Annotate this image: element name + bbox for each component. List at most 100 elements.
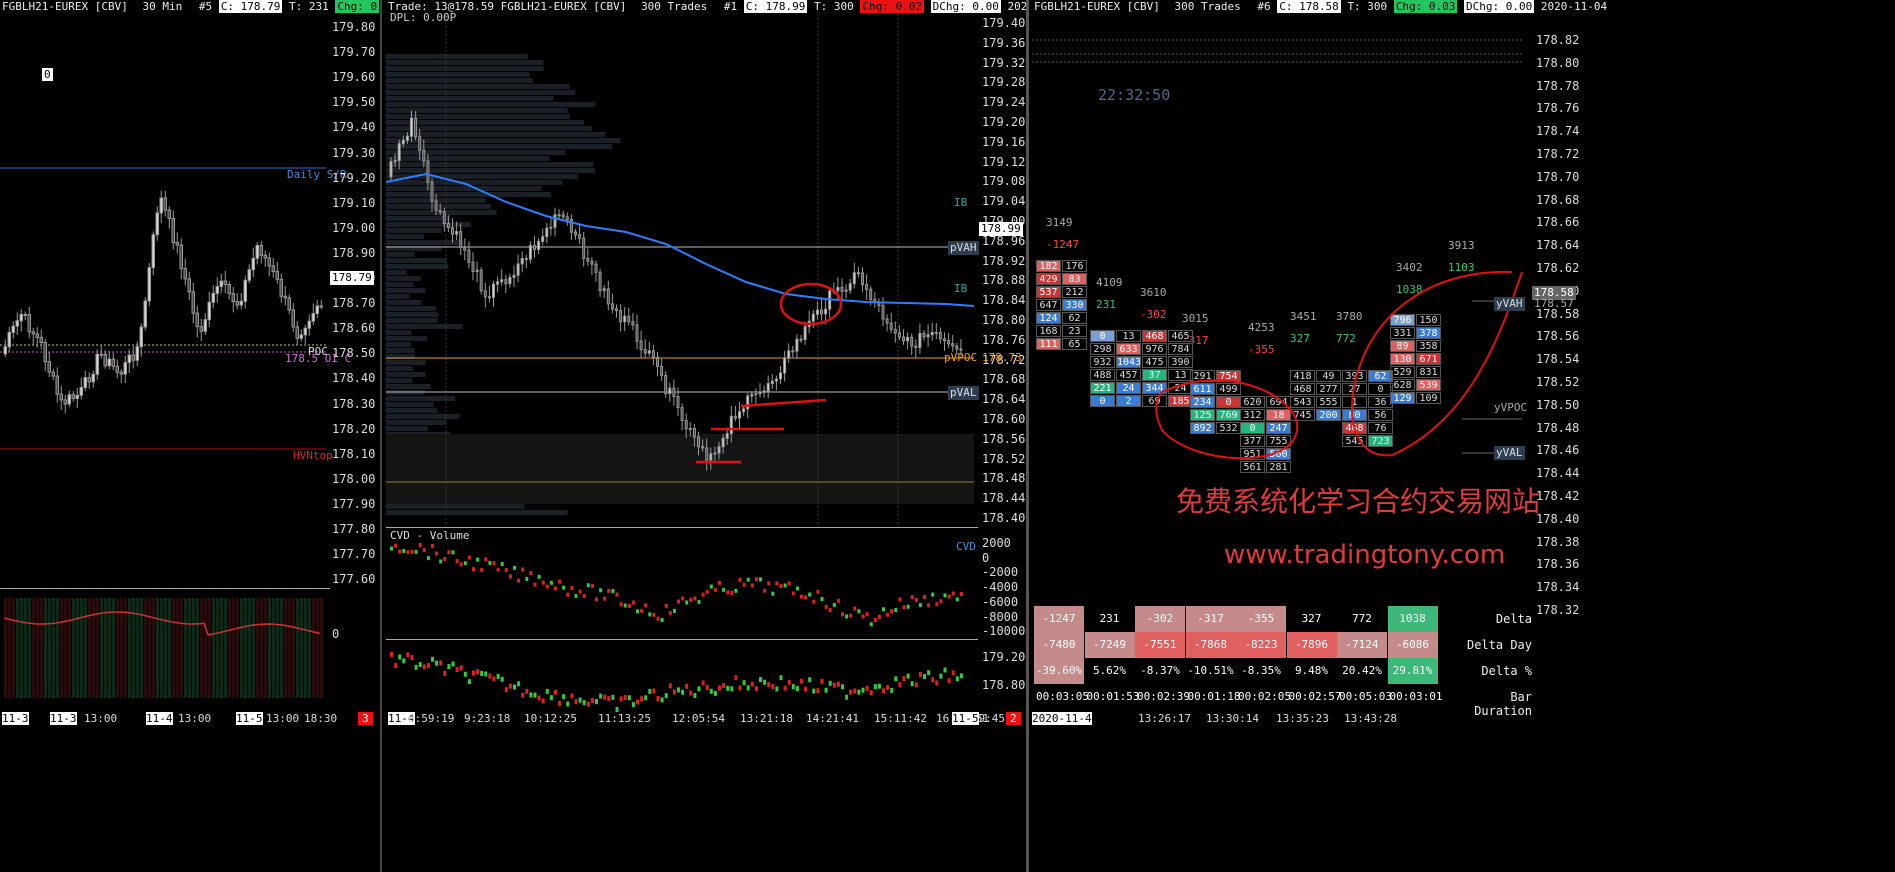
y-axis-tick: 179.08 <box>982 174 1026 189</box>
candle-body <box>541 236 545 242</box>
cvd-bar <box>787 581 791 586</box>
lower-bar <box>644 695 648 701</box>
page-badge[interactable]: 3 <box>358 712 373 725</box>
candle-body <box>63 399 67 405</box>
table-row-label: Delta % <box>1481 664 1532 678</box>
cvd-bar <box>738 577 742 582</box>
candle-body <box>934 331 938 334</box>
lower-bar <box>738 685 742 691</box>
candle-body <box>647 350 651 354</box>
profile-bar <box>386 54 528 59</box>
cvd-bar <box>406 550 410 555</box>
y-axis-tick: 178.52 <box>982 451 1026 466</box>
candle-body <box>717 446 721 454</box>
candle-body <box>664 374 668 395</box>
lower-divider <box>386 639 978 640</box>
candle-body <box>59 393 63 401</box>
cvd-bar <box>492 561 496 566</box>
lower-bar <box>533 692 537 698</box>
profile-bar <box>386 72 530 77</box>
chart-number: #5 <box>198 0 213 13</box>
candle-body <box>115 365 119 373</box>
candle-body <box>235 300 239 306</box>
cvd-bar <box>861 614 865 619</box>
volume-bar <box>60 598 63 698</box>
y-axis-tick: 178.64 <box>982 392 1026 407</box>
candle-body <box>500 279 504 283</box>
mid-chart-pane[interactable]: Trade: 13@178.59 FGBLH21-EUREX [CBV] 300… <box>386 0 1029 872</box>
delta-table-cell: -7896 <box>1286 632 1337 658</box>
y-axis-tick: 178.70 <box>1536 169 1580 184</box>
profile-bar <box>386 66 544 71</box>
y-axis-tick: 178.80 <box>982 313 1026 327</box>
cvd-bar <box>943 593 947 598</box>
delta-table-cell: 29.81% <box>1387 658 1438 684</box>
volume-bar <box>164 598 167 698</box>
candle-body <box>565 216 569 220</box>
left-price-plot[interactable] <box>0 14 326 589</box>
lower-bar <box>541 698 545 704</box>
volume-bar <box>292 598 295 698</box>
candle-body <box>67 394 71 405</box>
cvd-bar <box>947 594 951 599</box>
profile-bar <box>386 426 428 431</box>
candle-body <box>897 332 901 338</box>
candle-body <box>918 332 922 348</box>
lower-bar <box>476 669 480 675</box>
y-axis-tick: 178.40 <box>982 511 1026 525</box>
page-badge[interactable]: 2 <box>1006 712 1021 725</box>
lower-bar <box>619 696 623 702</box>
table-row-label: Delta Day <box>1466 638 1532 652</box>
cvd-bar <box>398 549 402 554</box>
cvd-bar <box>857 609 861 614</box>
lower-bar <box>685 683 689 689</box>
profile-bar <box>386 240 463 245</box>
cvd-bar <box>484 557 488 562</box>
duration-cell: 00:01:53 <box>1086 690 1140 703</box>
cvd-bar <box>927 603 931 608</box>
volume-bar <box>248 598 251 698</box>
y-axis-tick: 178.54 <box>1536 352 1580 367</box>
lower-bar <box>484 671 488 677</box>
close-badge: C: 178.99 <box>743 0 808 13</box>
candle-body <box>251 257 255 271</box>
volume-bar <box>200 598 203 698</box>
cvd-plot[interactable] <box>386 532 974 637</box>
lower-bar <box>845 694 849 700</box>
volume-bar <box>28 598 31 698</box>
period-label: 300 Trades <box>641 0 708 13</box>
candle-body <box>938 332 942 340</box>
volume-bar <box>184 598 187 698</box>
cvd-bar <box>418 543 422 548</box>
candle-body <box>492 283 495 298</box>
volume-bar <box>40 598 43 698</box>
candle-body <box>697 436 700 448</box>
left-chart-pane[interactable]: FGBLH21-EUREX [CBV] 30 Min #5 C: 178.79 … <box>0 0 382 872</box>
pvah-tag: pVAH <box>948 241 979 255</box>
candle-body <box>275 271 279 280</box>
hvn-label: HVNtop <box>293 449 333 462</box>
mid-price-plot[interactable] <box>386 14 974 527</box>
cvd-bar <box>849 613 853 618</box>
lower-bar <box>451 661 455 667</box>
candle-body <box>779 372 782 380</box>
delta-table-cell: -355 <box>1236 606 1286 632</box>
cvd-bar <box>931 592 935 597</box>
volume-bar <box>204 598 207 698</box>
x-tick: 12:05:54 <box>672 712 725 725</box>
volume-bar <box>244 598 247 698</box>
cvd-bar <box>775 581 779 586</box>
mid-y-axis[interactable]: 179.40 179.36 179.32 179.28 179.24 179.20 179.… <box>978 0 1026 530</box>
candle-body <box>155 212 159 236</box>
cvd-bar <box>869 622 873 627</box>
lower-bar <box>566 701 570 707</box>
cvd-y-axis: 2000 0 -2000 -4000 -6000 -8000 -10000 <box>978 530 1026 640</box>
y-axis-tick: 178.10 <box>332 446 376 461</box>
cvd-bar <box>705 589 709 594</box>
candle-body <box>131 354 135 361</box>
left-y-axis[interactable]: 179.80 179.70 179.60 179.50 179.40 179.30 179.… <box>328 0 380 590</box>
candle-body <box>606 288 610 305</box>
footprint-pane[interactable]: FGBLH21-EUREX [CBV] 300 Trades #6 C: 178… <box>1032 0 1895 872</box>
x-tick: 8:59:19 <box>408 712 455 725</box>
cvd-bar <box>599 588 603 593</box>
